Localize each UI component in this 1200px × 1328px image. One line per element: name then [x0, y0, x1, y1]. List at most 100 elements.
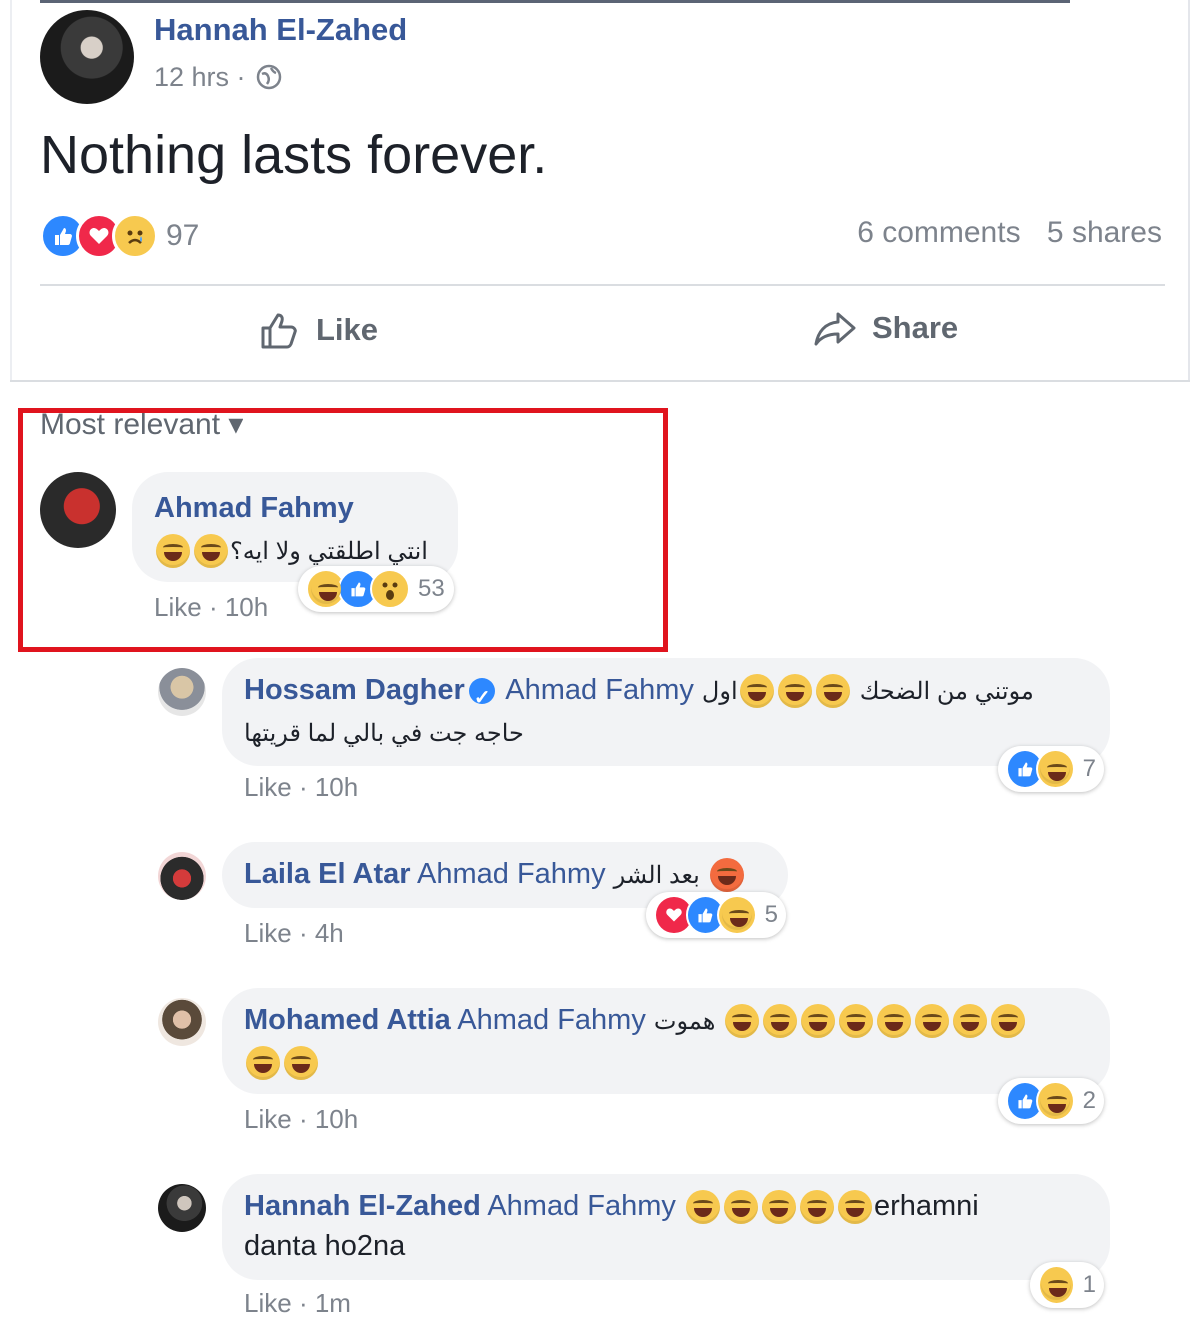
comment-time[interactable]: · 10h: [299, 1104, 358, 1134]
comment-reactions[interactable]: 2: [998, 1078, 1104, 1124]
comment-author[interactable]: Mohamed Attia: [244, 1004, 451, 1036]
avatar[interactable]: [158, 852, 206, 900]
comment-time[interactable]: · 10h: [299, 772, 358, 802]
laughing-emoji-icon: [991, 1004, 1026, 1039]
comment-text: انتي اطلقتي ولا ايه؟: [230, 538, 428, 565]
comment-like-link[interactable]: Like: [244, 772, 292, 802]
share-arrow-icon: [814, 312, 856, 346]
reaction-summary[interactable]: 97: [40, 213, 199, 259]
thumbs-up-icon: [261, 313, 297, 349]
comment-mention[interactable]: Ahmad Fahmy: [505, 674, 694, 706]
reaction-count: 1: [1082, 1271, 1096, 1298]
avatar[interactable]: [158, 998, 206, 1046]
like-button[interactable]: Like: [258, 308, 378, 352]
laughing-emoji-icon: [284, 1046, 318, 1081]
laughing-emoji-icon: [194, 534, 228, 569]
comment-mention[interactable]: Ahmad Fahmy: [457, 1004, 646, 1036]
comment-mention[interactable]: Ahmad Fahmy: [417, 858, 606, 890]
reaction-count: 53: [418, 575, 445, 602]
laughing-emoji-icon: [915, 1004, 950, 1039]
comment-author[interactable]: Hannah El-Zahed: [244, 1190, 481, 1222]
laughing-emoji-icon: [801, 1004, 836, 1039]
laughing-emoji-icon: [839, 1004, 874, 1039]
comment-bubble: Hossam Dagher Ahmad Fahmy اول موتني من ا…: [222, 658, 1110, 766]
avatar[interactable]: [40, 472, 116, 548]
laughing-emoji-icon: [777, 674, 812, 709]
comment-reactions[interactable]: 7: [998, 746, 1104, 792]
reaction-count[interactable]: 97: [166, 219, 199, 253]
laughing-emoji-icon: [246, 1046, 280, 1081]
wow-reaction-icon: [370, 569, 410, 609]
laughing-emoji-icon: [156, 534, 190, 569]
post-text: Nothing lasts forever.: [40, 125, 548, 185]
comment-text: erhamni: [873, 1190, 979, 1222]
comment-like-link[interactable]: Like: [244, 1104, 292, 1134]
laughing-emoji-icon: [815, 674, 850, 709]
reaction-count: 5: [764, 901, 778, 928]
angry-emoji-icon: [709, 858, 744, 893]
comment-text: حاجه جت في بالي لما قريتها: [244, 720, 524, 747]
comment-bubble: Mohamed Attia Ahmad Fahmy هموت: [222, 988, 1110, 1094]
reaction-count: 2: [1082, 1087, 1096, 1114]
comment-mention[interactable]: Ahmad Fahmy: [487, 1190, 676, 1222]
post-time[interactable]: 12 hrs ·: [154, 62, 246, 93]
laughing-emoji-icon: [725, 1004, 760, 1039]
laughing-emoji-icon: [761, 1190, 796, 1225]
comment-meta: Like · 1m: [244, 1288, 351, 1319]
section-divider: [10, 380, 1190, 382]
comment-like-link[interactable]: Like: [154, 592, 202, 622]
share-label: Share: [872, 310, 959, 345]
comment-time[interactable]: · 4h: [299, 918, 344, 948]
reaction-count: 7: [1082, 755, 1096, 782]
laughing-emoji-icon: [685, 1190, 720, 1225]
comment-author[interactable]: Ahmad Fahmy: [154, 492, 354, 524]
sad-reaction-icon: [112, 213, 158, 259]
haha-reaction-icon: [1036, 1081, 1075, 1121]
post-author[interactable]: Hannah El-Zahed: [154, 12, 407, 48]
haha-reaction-icon: [1038, 1265, 1075, 1305]
comment-meta: Like · 4h: [244, 918, 344, 949]
globe-icon: [256, 64, 282, 90]
laughing-emoji-icon: [763, 1004, 798, 1039]
comment-text: موتني من الضحك: [859, 678, 1034, 705]
comment-time[interactable]: · 10h: [209, 592, 268, 622]
avatar[interactable]: [158, 668, 206, 716]
comment-bubble: Hannah El-Zahed Ahmad Fahmy erhamni dant…: [222, 1174, 1110, 1280]
laughing-emoji-icon: [799, 1190, 834, 1225]
laughing-emoji-icon: [739, 674, 774, 709]
comment-reactions[interactable]: 5: [646, 892, 786, 938]
comment-author[interactable]: Laila El Atar: [244, 858, 411, 890]
top-border: [40, 0, 1070, 3]
comment-text: danta ho2na: [244, 1230, 406, 1262]
comments-count-link[interactable]: 6 comments: [857, 216, 1020, 249]
laughing-emoji-icon: [953, 1004, 988, 1039]
haha-reaction-icon: [1036, 749, 1075, 789]
laughing-emoji-icon: [723, 1190, 758, 1225]
author-avatar[interactable]: [40, 10, 134, 104]
verified-badge-icon: [468, 678, 495, 718]
comment-reactions[interactable]: 53: [298, 566, 454, 612]
share-button[interactable]: Share: [812, 308, 958, 348]
avatar[interactable]: [158, 1184, 206, 1232]
divider: [40, 284, 1165, 286]
post-stats: 6 comments 5 shares: [839, 216, 1162, 250]
like-label: Like: [316, 312, 379, 347]
shares-count-link[interactable]: 5 shares: [1047, 216, 1162, 249]
card-left-edge: [10, 0, 12, 380]
comment-like-link[interactable]: Like: [244, 918, 292, 948]
comment-meta: Like · 10h: [244, 772, 358, 803]
haha-reaction-icon: [306, 569, 346, 609]
comment-meta: Like · 10h: [154, 592, 268, 623]
comment-time[interactable]: · 1m: [299, 1288, 351, 1318]
comment-text: بعد الشر: [613, 862, 700, 889]
comment-text: اول: [701, 678, 738, 705]
comment-author[interactable]: Hossam Dagher: [244, 674, 465, 706]
comment-meta: Like · 10h: [244, 1104, 358, 1135]
haha-reaction-icon: [717, 895, 757, 935]
comment-text: هموت: [653, 1008, 716, 1035]
comment-reactions[interactable]: 1: [1030, 1262, 1104, 1308]
comment-like-link[interactable]: Like: [244, 1288, 292, 1318]
laughing-emoji-icon: [837, 1190, 872, 1225]
card-right-edge: [1188, 0, 1190, 380]
laughing-emoji-icon: [877, 1004, 912, 1039]
